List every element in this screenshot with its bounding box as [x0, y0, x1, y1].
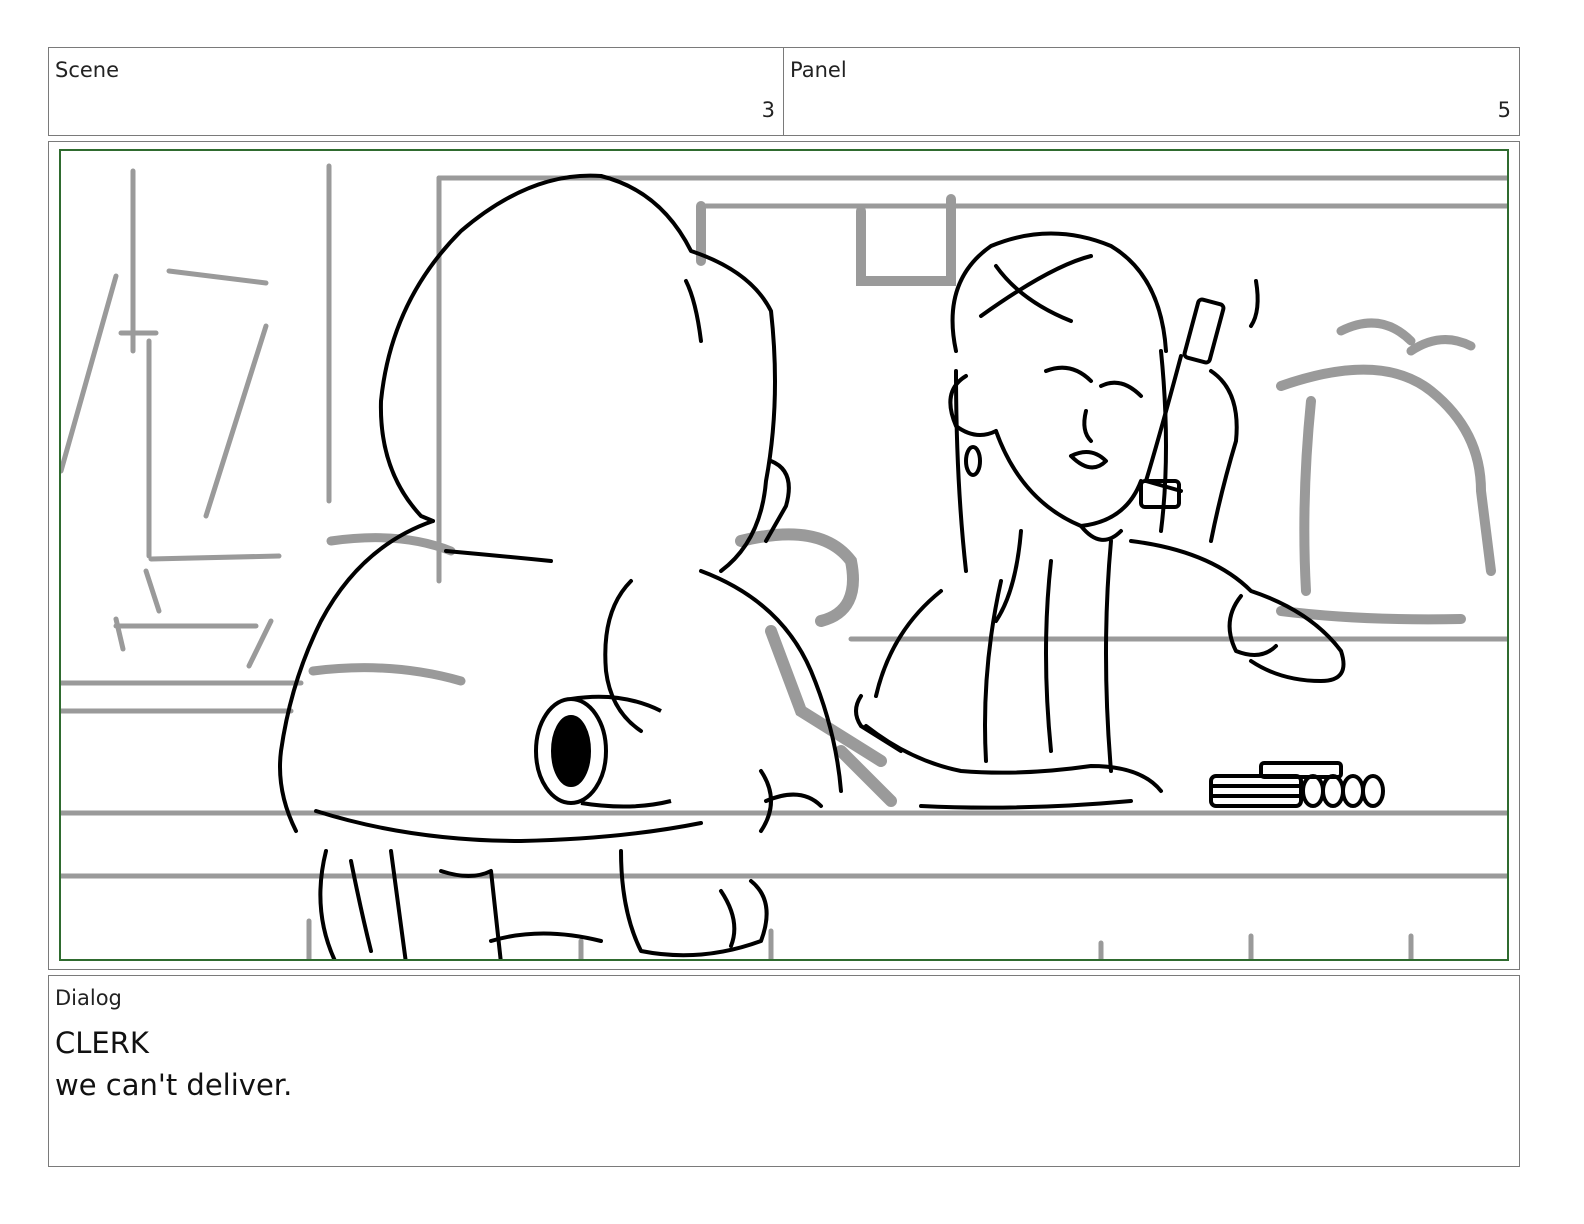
storyboard-frame: [48, 141, 1520, 970]
dialog-label: Dialog: [55, 986, 122, 1010]
scene-label: Scene: [55, 58, 120, 82]
scene-field: Scene 3: [48, 47, 784, 136]
background-sketch: [61, 163, 1507, 959]
dialog-text: we can't deliver.: [55, 1068, 293, 1102]
panel-label: Panel: [790, 58, 847, 82]
clerk-figure: [854, 231, 1346, 810]
dialog-speaker: CLERK: [55, 1026, 149, 1060]
camera-object: [534, 694, 672, 809]
safe-area-guide: [59, 149, 1509, 961]
panel-number: 5: [1497, 98, 1511, 122]
panel-field: Panel 5: [783, 47, 1520, 136]
counter-items: [1209, 761, 1385, 808]
dialog-field: Dialog CLERK we can't deliver.: [48, 975, 1520, 1167]
scene-number: 3: [761, 98, 775, 122]
storyboard-drawing: [61, 163, 1507, 959]
customer-figure: [278, 173, 843, 959]
